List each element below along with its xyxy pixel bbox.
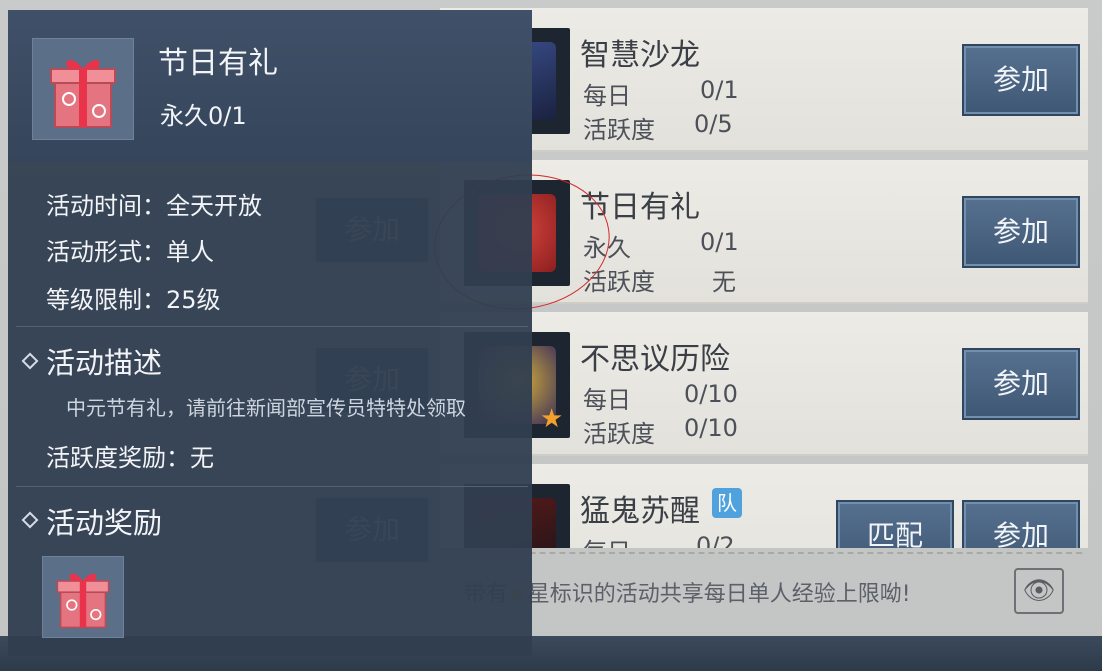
frequency-value: 0/1 bbox=[700, 228, 739, 256]
activity-points-value: 0/10 bbox=[684, 414, 738, 442]
activity-form: 活动形式：单人 bbox=[46, 238, 214, 266]
eye-icon[interactable]: 👁 bbox=[1014, 568, 1064, 614]
join-button[interactable]: 参加 bbox=[962, 44, 1080, 116]
activity-points-value: 无 bbox=[712, 268, 736, 296]
frequency-value: 0/10 bbox=[684, 380, 738, 408]
frequency-value: 0/2 bbox=[696, 532, 735, 548]
activity-detail-popup: 节日有礼 永久0/1 活动时间：全天开放 活动形式：单人 等级限制：25级 活动… bbox=[8, 10, 532, 656]
star-icon: ★ bbox=[540, 404, 564, 434]
list-divider bbox=[470, 552, 1082, 554]
level-limit: 等级限制：25级 bbox=[46, 286, 221, 314]
divider bbox=[16, 326, 528, 327]
activity-time: 活动时间：全天开放 bbox=[46, 192, 262, 220]
diamond-icon bbox=[21, 511, 39, 529]
activity-name: 智慧沙龙 bbox=[580, 38, 700, 73]
gift-box-icon bbox=[32, 38, 134, 140]
reward-title: 活动奖励 bbox=[46, 506, 163, 540]
activity-name: 猛鬼苏醒 bbox=[580, 494, 700, 529]
gift-box-icon[interactable] bbox=[42, 556, 124, 638]
activity-row[interactable]: ★ 不思议历险 每日 0/10 活跃度 0/10 参加 bbox=[440, 312, 1088, 456]
activity-points-reward: 活跃度奖励：无 bbox=[46, 444, 214, 472]
frequency-label: 每日 bbox=[583, 532, 631, 548]
activity-name: 不思议历险 bbox=[580, 342, 730, 377]
match-button[interactable]: 匹配 bbox=[836, 500, 954, 548]
frequency-value: 0/1 bbox=[700, 76, 739, 104]
activity-points-label: 活跃度 bbox=[583, 116, 655, 144]
note-suffix: 星标识的活动共享每日单人经验上限呦! bbox=[527, 582, 911, 607]
activity-row[interactable]: 智慧沙龙 每日 0/1 活跃度 0/5 参加 bbox=[440, 8, 1088, 152]
popup-count: 永久0/1 bbox=[160, 102, 247, 130]
team-badge: 队 bbox=[712, 488, 742, 518]
activity-points-label: 活跃度 bbox=[583, 420, 655, 448]
join-button[interactable]: 参加 bbox=[962, 196, 1080, 268]
frequency-label: 每日 bbox=[583, 386, 631, 414]
join-button[interactable]: 参加 bbox=[962, 348, 1080, 420]
description-title: 活动描述 bbox=[46, 346, 163, 380]
divider bbox=[16, 486, 528, 487]
popup-header: 节日有礼 永久0/1 bbox=[8, 10, 532, 162]
activity-row[interactable]: 猛鬼苏醒 队 每日 0/2 匹配 参加 bbox=[440, 464, 1088, 548]
join-button[interactable]: 参加 bbox=[962, 500, 1080, 548]
activity-points-value: 0/5 bbox=[694, 110, 733, 138]
frequency-label: 每日 bbox=[583, 82, 631, 110]
description-text: 中元节有礼，请前往新闻部宣传员特特处领取 bbox=[66, 396, 466, 420]
popup-title: 节日有礼 bbox=[158, 46, 278, 81]
diamond-icon bbox=[21, 352, 39, 370]
